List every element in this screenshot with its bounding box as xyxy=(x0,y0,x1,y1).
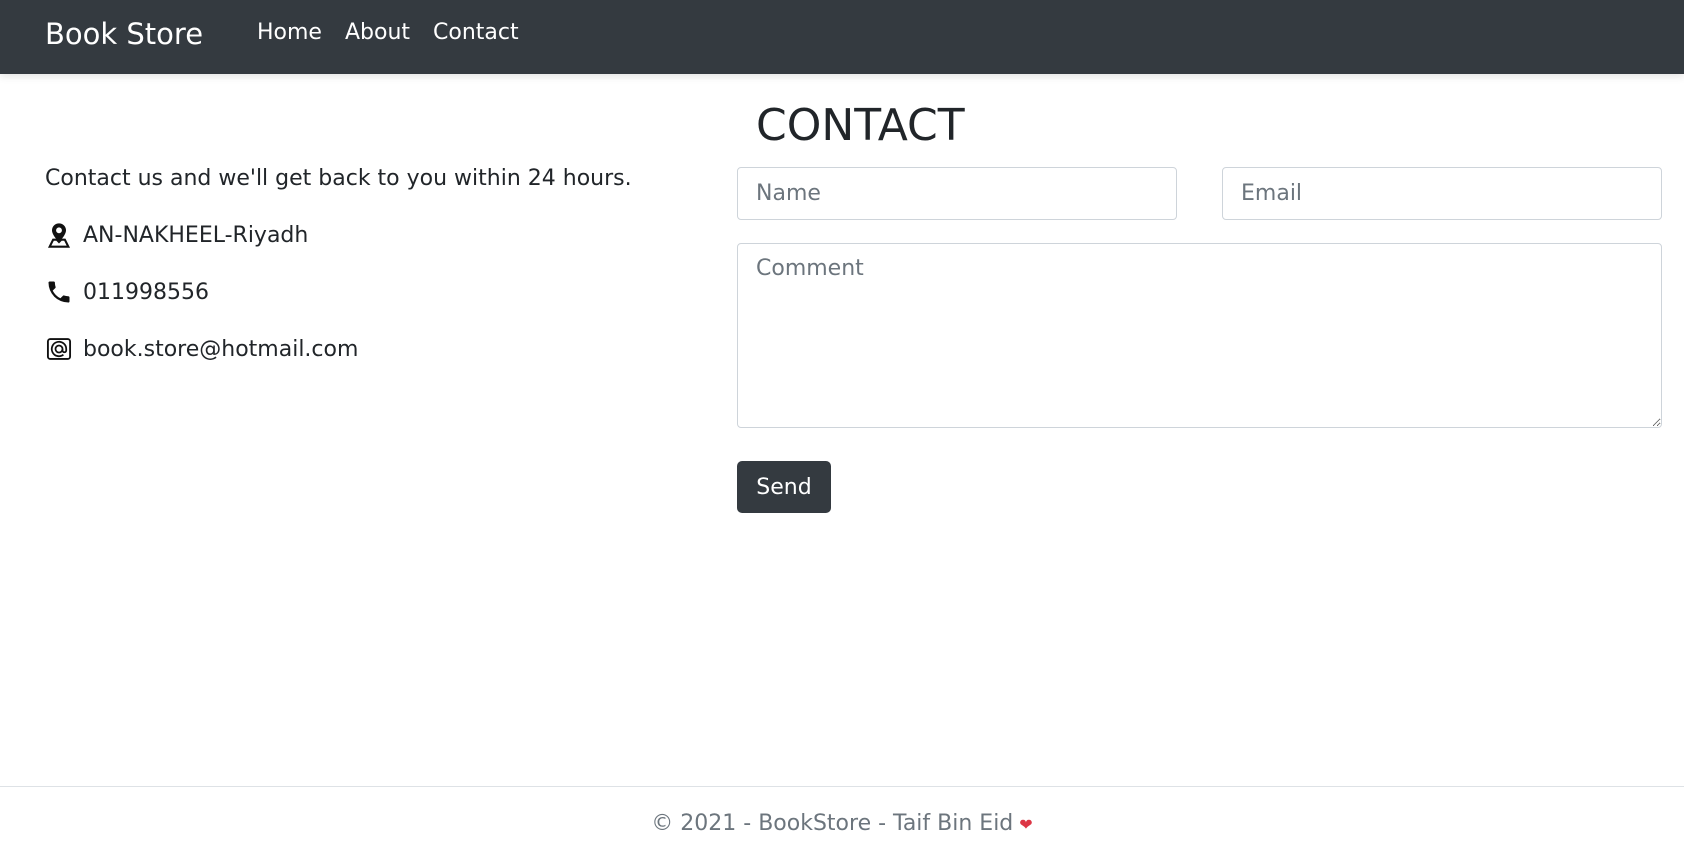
nav-links: Home About Contact xyxy=(257,20,519,45)
map-marker-icon xyxy=(45,221,73,249)
phone-icon xyxy=(45,278,73,306)
email-input[interactable] xyxy=(1222,167,1662,220)
top-navbar: Book Store Home About Contact xyxy=(0,0,1684,74)
phone-text: 011998556 xyxy=(83,279,209,305)
email-text: book.store@hotmail.com xyxy=(83,336,359,362)
footer-copyright: © 2021 - BookStore - Taif Bin Eid xyxy=(651,811,1014,836)
address-row: AN-NAKHEEL-Riyadh xyxy=(45,221,685,249)
email-row: book.store@hotmail.com xyxy=(45,335,685,363)
at-sign-icon xyxy=(45,335,73,363)
page-title: CONTACT xyxy=(756,100,965,151)
nav-link-home[interactable]: Home xyxy=(257,20,322,45)
name-input[interactable] xyxy=(737,167,1177,220)
send-button[interactable]: Send xyxy=(737,461,831,513)
phone-row: 011998556 xyxy=(45,278,685,306)
page-footer: © 2021 - BookStore - Taif Bin Eid ❤ xyxy=(0,786,1684,855)
contact-lead-text: Contact us and we'll get back to you wit… xyxy=(45,166,632,191)
nav-link-about[interactable]: About xyxy=(345,20,410,45)
address-text: AN-NAKHEEL-Riyadh xyxy=(83,222,309,248)
nav-link-contact[interactable]: Contact xyxy=(433,20,519,45)
heart-icon: ❤ xyxy=(1019,815,1033,834)
comment-textarea[interactable] xyxy=(737,243,1662,428)
contact-info: Contact us and we'll get back to you wit… xyxy=(45,166,685,363)
brand-link[interactable]: Book Store xyxy=(45,17,203,51)
